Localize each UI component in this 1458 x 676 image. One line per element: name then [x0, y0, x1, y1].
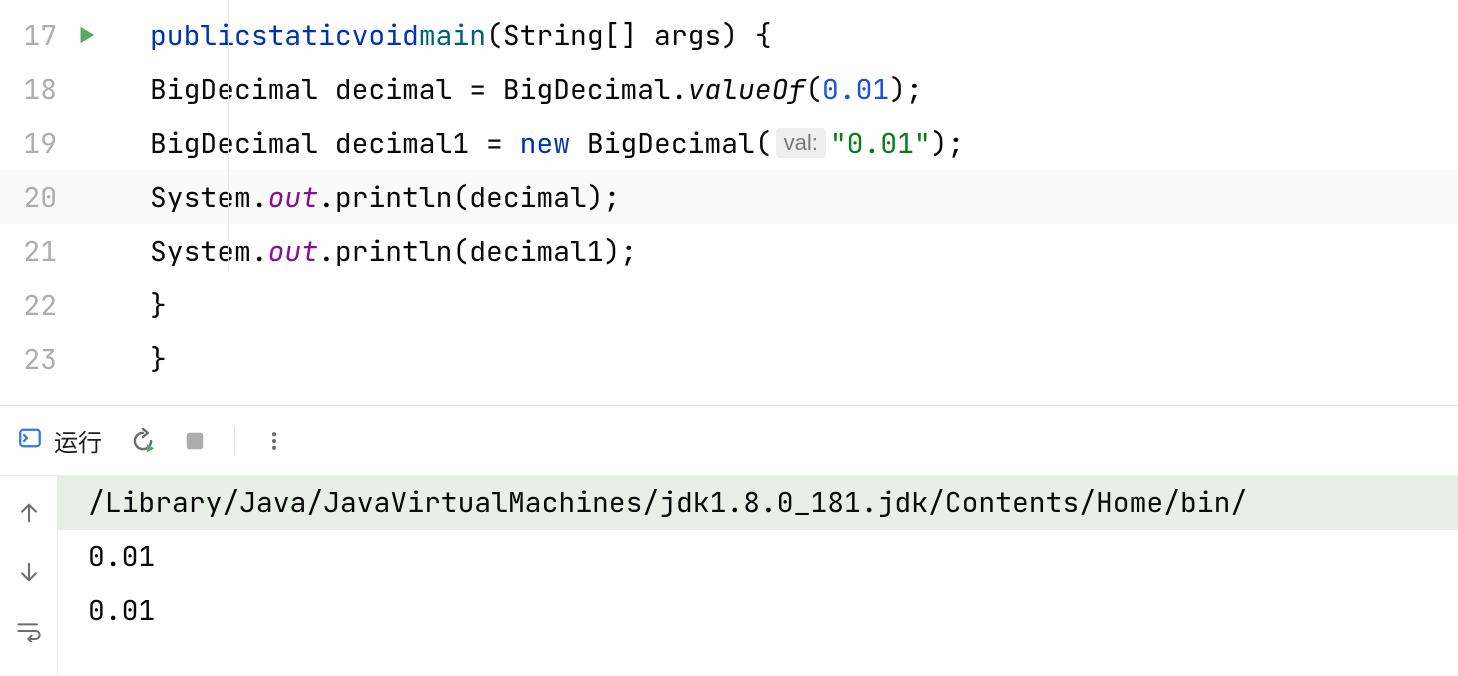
code-text: .println(decimal); — [318, 179, 620, 216]
code-text: BigDecimal decimal = BigDecimal. — [150, 71, 688, 108]
line-number: 20 — [0, 179, 65, 216]
keyword-static: static — [251, 17, 352, 54]
run-tab[interactable]: 运行 — [18, 422, 102, 459]
code-line[interactable]: public static void main(String[] args) { — [140, 8, 1458, 62]
number-literal: 0.01 — [822, 71, 889, 108]
run-tool-window: 运行 /Library/Java/JavaVirtualMachines/jdk… — [0, 405, 1458, 676]
code-text: BigDecimal decimal1 = — [150, 125, 520, 162]
console-output-line: 0.01 — [58, 584, 1458, 638]
run-toolbar: 运行 — [0, 406, 1458, 476]
line-number: 21 — [0, 233, 65, 270]
code-text: BigDecimal( — [570, 125, 772, 162]
keyword-void: void — [352, 17, 419, 54]
parameter-hint: val: — [776, 128, 826, 158]
console-output[interactable]: /Library/Java/JavaVirtualMachines/jdk1.8… — [58, 476, 1458, 676]
line-number: 18 — [0, 71, 65, 108]
keyword-public: public — [150, 17, 251, 54]
code-editor[interactable]: 17 18 19 20 21 22 23 public static void … — [0, 0, 1458, 405]
gutter-line: 20 — [0, 170, 140, 224]
line-number: 17 — [0, 17, 65, 54]
toolbar-divider — [234, 427, 235, 455]
keyword-new: new — [520, 125, 570, 162]
console-sidebar — [0, 476, 58, 676]
code-line[interactable]: System.out.println(decimal); — [140, 170, 1458, 224]
editor-gutter: 17 18 19 20 21 22 23 — [0, 0, 140, 405]
run-gutter-icon[interactable] — [75, 24, 97, 46]
up-arrow-icon[interactable] — [18, 496, 40, 533]
code-text: ); — [931, 125, 965, 162]
indent-guide — [228, 0, 229, 270]
code-text: } — [150, 341, 167, 378]
line-number: 22 — [0, 287, 65, 324]
gutter-line: 19 — [0, 116, 140, 170]
line-number: 23 — [0, 341, 65, 378]
string-literal: "0.01" — [830, 125, 931, 162]
code-text: ); — [889, 71, 923, 108]
soft-wrap-icon[interactable] — [17, 614, 41, 651]
rerun-icon[interactable] — [130, 428, 156, 454]
code-line[interactable]: BigDecimal decimal1 = new BigDecimal(val… — [140, 116, 1458, 170]
code-line[interactable]: BigDecimal decimal = BigDecimal.valueOf(… — [140, 62, 1458, 116]
tool-window-icon — [18, 422, 42, 459]
code-text: } — [150, 287, 167, 324]
code-text: ( — [805, 71, 822, 108]
code-line[interactable]: System.out.println(decimal1); — [140, 224, 1458, 278]
down-arrow-icon[interactable] — [18, 555, 40, 592]
gutter-line: 17 — [0, 8, 140, 62]
static-method: valueOf — [688, 71, 806, 108]
code-text: (String[] args) { — [486, 17, 772, 54]
code-line[interactable]: } — [140, 278, 1458, 332]
code-content[interactable]: public static void main(String[] args) {… — [140, 0, 1458, 405]
static-field: out — [268, 179, 318, 216]
code-text: .println(decimal1); — [318, 233, 637, 270]
method-name: main — [419, 17, 486, 54]
static-field: out — [268, 233, 318, 270]
gutter-line: 18 — [0, 62, 140, 116]
gutter-line: 21 — [0, 224, 140, 278]
console-output-line: 0.01 — [58, 530, 1458, 584]
code-line[interactable]: } — [140, 332, 1458, 386]
console-output-area: /Library/Java/JavaVirtualMachines/jdk1.8… — [0, 476, 1458, 676]
console-command-line: /Library/Java/JavaVirtualMachines/jdk1.8… — [58, 476, 1458, 530]
stop-icon[interactable] — [184, 430, 206, 452]
line-number: 19 — [0, 125, 65, 162]
run-label: 运行 — [54, 423, 102, 458]
gutter-line: 23 — [0, 332, 140, 386]
more-icon[interactable] — [263, 430, 285, 452]
gutter-line: 22 — [0, 278, 140, 332]
code-text: System. — [150, 179, 268, 216]
code-text: System. — [150, 233, 268, 270]
